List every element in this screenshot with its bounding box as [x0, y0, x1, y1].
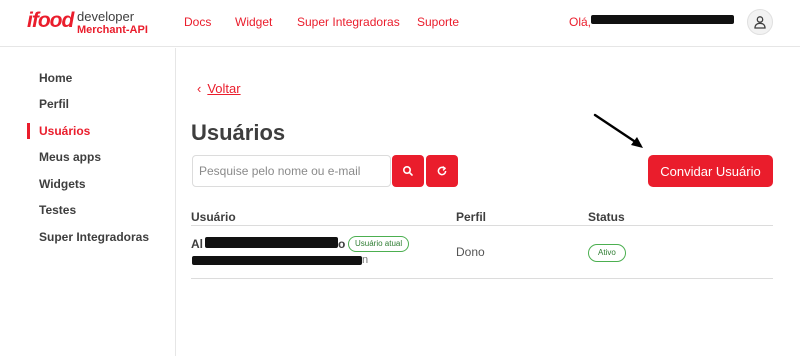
search-input[interactable]	[192, 155, 391, 187]
sidebar-item-usuarios[interactable]: Usuários	[39, 124, 90, 138]
sidebar-active-indicator	[27, 123, 30, 139]
column-header-perfil: Perfil	[456, 210, 487, 224]
refresh-button[interactable]	[426, 155, 458, 187]
user-menu-button[interactable]	[747, 9, 773, 35]
back-label: Voltar	[207, 81, 241, 96]
back-link[interactable]: ‹ Voltar	[197, 81, 241, 96]
current-user-badge: Usuário atual	[348, 236, 410, 252]
sidebar-item-home[interactable]: Home	[39, 71, 72, 85]
annotation-arrow-icon	[593, 113, 643, 148]
top-header: ifood developer Merchant-API Docs Widget…	[0, 0, 800, 47]
refresh-icon	[437, 166, 447, 176]
user-perfil: Dono	[456, 245, 485, 259]
ifood-logo[interactable]: ifood	[27, 9, 74, 33]
user-email-end: n	[362, 254, 369, 266]
redacted-user-name	[205, 237, 338, 248]
column-header-usuario: Usuário	[191, 210, 236, 224]
user-icon	[754, 16, 766, 29]
sidebar-item-meus-apps[interactable]: Meus apps	[39, 150, 101, 164]
brand-developer: developer	[77, 9, 135, 24]
sidebar-item-widgets[interactable]: Widgets	[39, 177, 86, 191]
sidebar-item-super-integradoras[interactable]: Super Integradoras	[39, 230, 149, 244]
search-icon	[402, 165, 413, 176]
invite-user-button[interactable]: Convidar Usuário	[648, 155, 773, 187]
user-name-end: o	[338, 237, 346, 251]
table-row-divider	[191, 278, 773, 279]
sidebar-item-testes[interactable]: Testes	[39, 203, 76, 217]
nav-super-integradoras[interactable]: Super Integradoras	[297, 15, 400, 29]
brand-merchant-api: Merchant-API	[77, 24, 148, 36]
brand-block: developer Merchant-API	[77, 10, 148, 37]
sidebar-item-perfil[interactable]: Perfil	[39, 97, 69, 111]
status-badge: Ativo	[588, 244, 626, 262]
redacted-user-email	[192, 256, 362, 265]
sidebar	[0, 48, 176, 356]
page-title: Usuários	[191, 120, 286, 145]
user-greeting: Olá,	[569, 15, 592, 29]
column-header-status: Status	[588, 210, 625, 224]
nav-widget[interactable]: Widget	[235, 15, 272, 29]
redacted-username	[591, 15, 734, 24]
search-button[interactable]	[392, 155, 424, 187]
nav-docs[interactable]: Docs	[184, 15, 211, 29]
nav-suporte[interactable]: Suporte	[417, 15, 459, 29]
user-name-start: Al	[191, 237, 203, 251]
table-header-divider	[191, 225, 773, 226]
chevron-left-icon: ‹	[197, 81, 202, 96]
